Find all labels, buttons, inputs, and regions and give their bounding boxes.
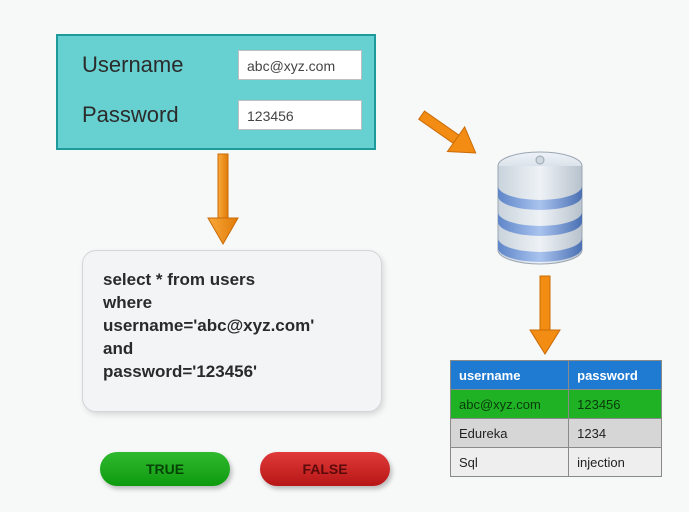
- query-line: and: [103, 338, 361, 361]
- query-line: username='abc@xyz.com': [103, 315, 361, 338]
- col-password: password: [569, 361, 662, 390]
- login-box: Username abc@xyz.com Password 123456: [56, 34, 376, 150]
- true-button[interactable]: TRUE: [100, 452, 230, 486]
- username-label: Username: [82, 52, 183, 78]
- query-line: select * from users: [103, 269, 361, 292]
- query-line: password='123456': [103, 361, 361, 384]
- users-table: username password abc@xyz.com 123456 Edu…: [450, 360, 662, 477]
- password-field[interactable]: 123456: [238, 100, 362, 130]
- false-button[interactable]: FALSE: [260, 452, 390, 486]
- query-line: where: [103, 292, 361, 315]
- table-row: Sql injection: [451, 448, 662, 477]
- table-header-row: username password: [451, 361, 662, 390]
- sql-query-card: select * from users where username='abc@…: [82, 250, 382, 412]
- password-label: Password: [82, 102, 179, 128]
- col-username: username: [451, 361, 569, 390]
- table-row: Edureka 1234: [451, 419, 662, 448]
- username-field[interactable]: abc@xyz.com: [238, 50, 362, 80]
- database-icon: [490, 150, 590, 270]
- table-row: abc@xyz.com 123456: [451, 390, 662, 419]
